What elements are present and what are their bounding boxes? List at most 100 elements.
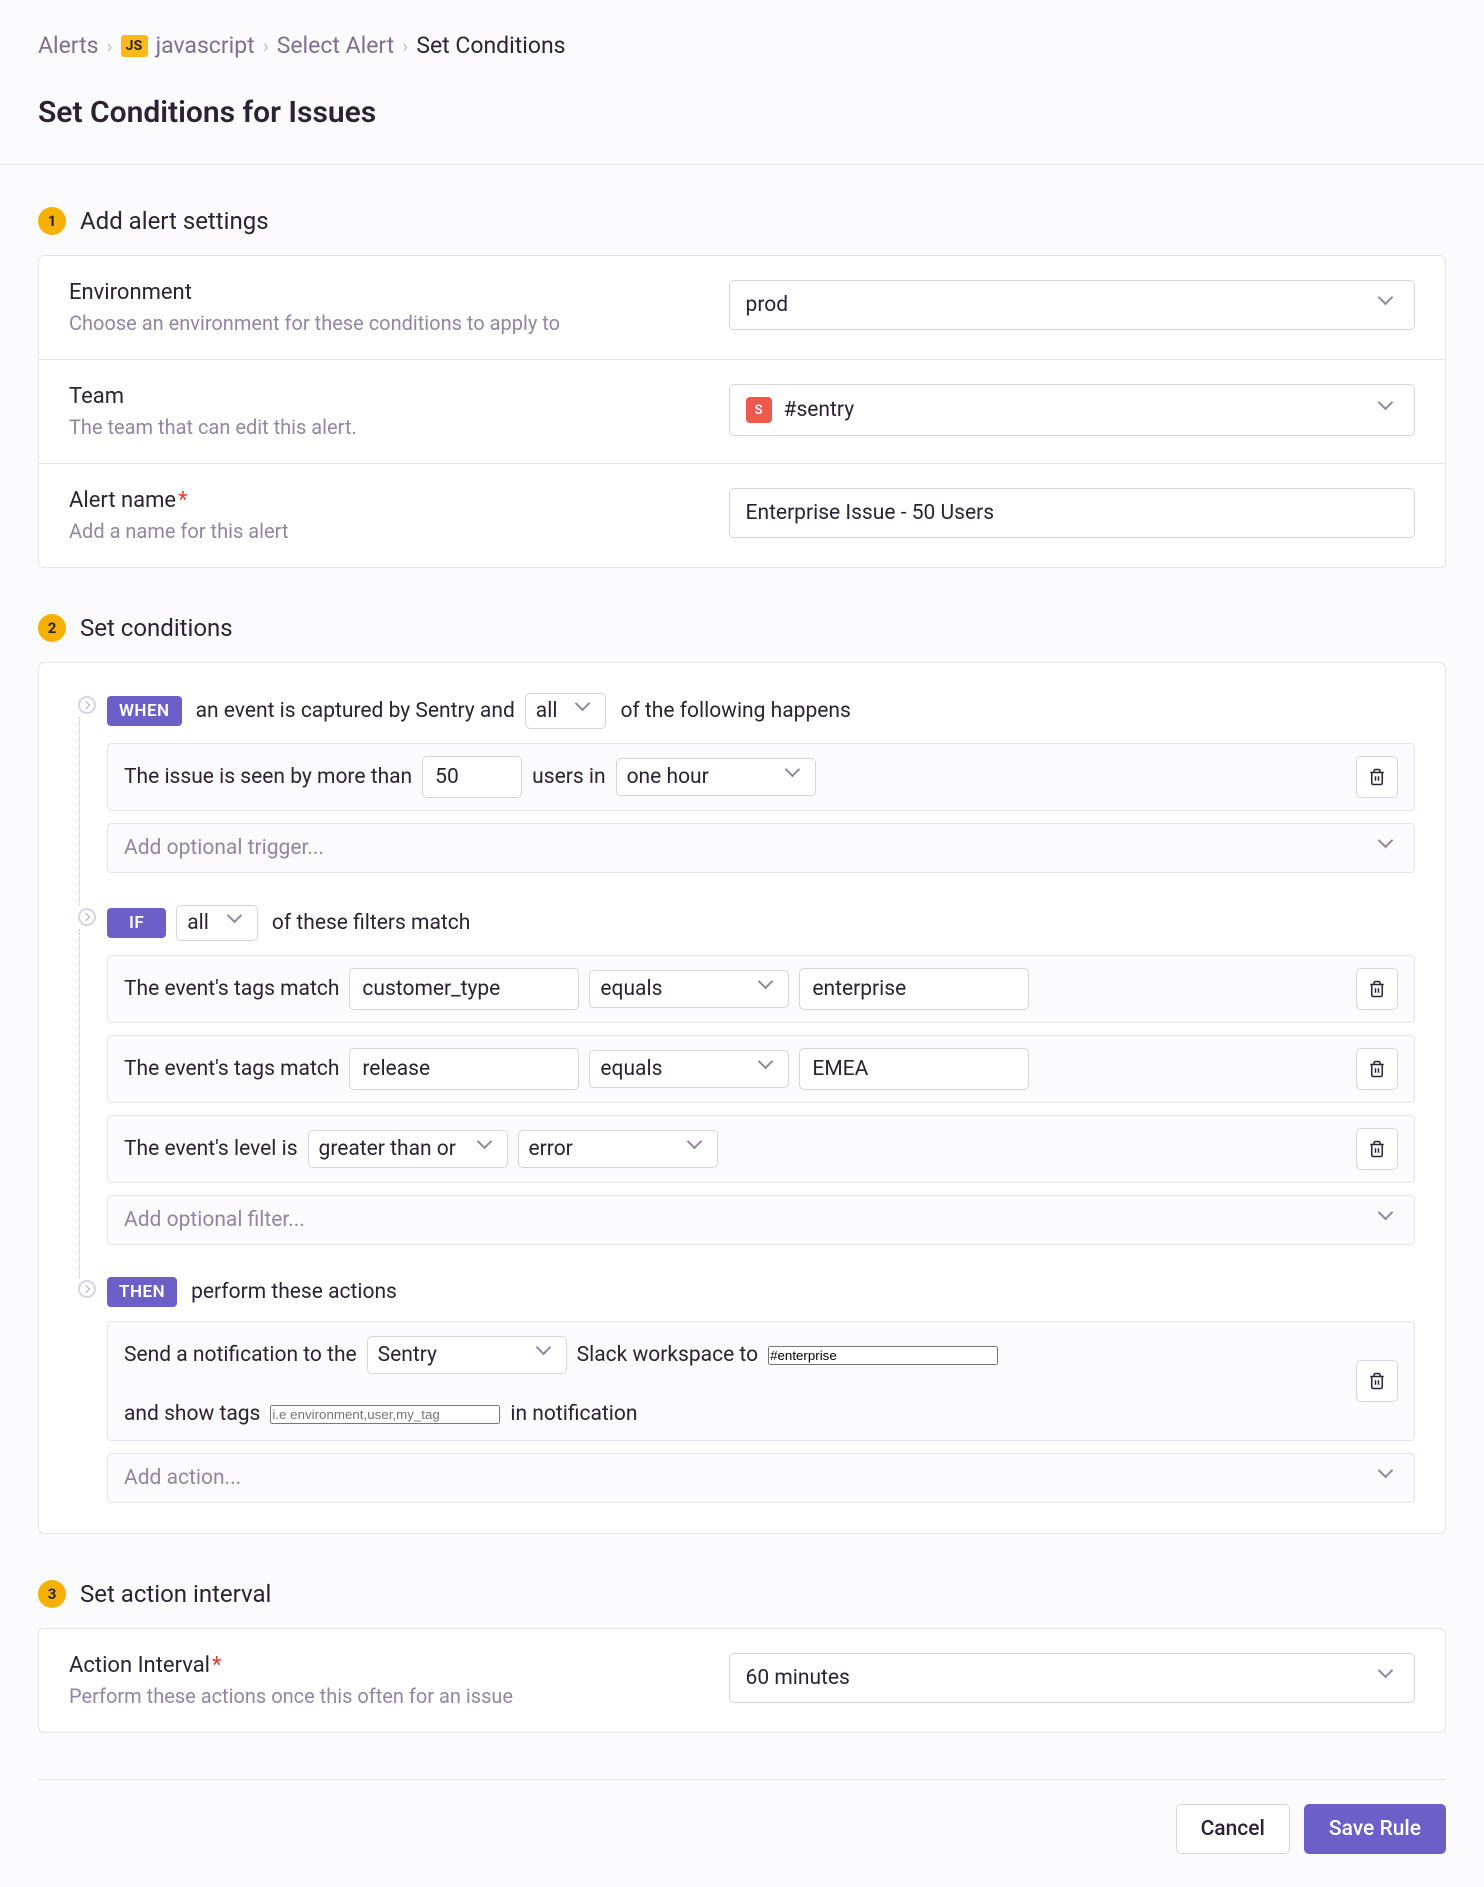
chevron-down-icon (1380, 839, 1398, 857)
footer: Cancel Save Rule (38, 1779, 1446, 1854)
add-trigger-select[interactable]: Add optional trigger... (107, 823, 1415, 873)
delete-then-action-button[interactable] (1356, 1360, 1398, 1402)
if-rule-text: The event's tags match (124, 977, 339, 1001)
chevron-down-icon (760, 980, 778, 998)
if-rule-text: The event's tags match (124, 1057, 339, 1081)
if-level-value-select[interactable]: error (518, 1130, 718, 1168)
save-rule-button[interactable]: Save Rule (1304, 1804, 1446, 1854)
chevron-down-icon (689, 1140, 707, 1158)
if-tag-value-input[interactable] (799, 968, 1029, 1010)
chevron-down-icon (538, 1346, 556, 1364)
trash-icon (1368, 1371, 1386, 1391)
if-rule-row: The event's tags match equals (107, 955, 1415, 1023)
when-text-1: an event is captured by Sentry and (196, 699, 515, 723)
then-action-row: Send a notification to the Sentry Slack … (107, 1321, 1415, 1441)
when-threshold-input[interactable] (422, 756, 522, 798)
breadcrumb-sep: › (107, 34, 113, 58)
when-interval-select[interactable]: one hour (616, 758, 816, 796)
if-tag-key-input[interactable] (349, 1048, 579, 1090)
team-label: Team (69, 384, 729, 409)
if-tag-key-input[interactable] (349, 968, 579, 1010)
if-tag: IF (107, 908, 166, 938)
js-badge: JS (121, 35, 148, 57)
chevron-down-icon (760, 1060, 778, 1078)
interval-select[interactable]: 60 minutes (729, 1653, 1415, 1703)
environment-label: Environment (69, 280, 729, 305)
then-text: perform these actions (191, 1280, 397, 1304)
alert-name-input[interactable] (729, 488, 1415, 538)
trash-icon (1368, 767, 1386, 787)
when-rule-text-1: The issue is seen by more than (124, 765, 412, 789)
chevron-down-icon (229, 914, 247, 932)
section-title-conditions: Set conditions (80, 614, 233, 642)
if-rule-row: The event's tags match equals (107, 1035, 1415, 1103)
when-match-select[interactable]: all (525, 693, 607, 729)
breadcrumb-alerts[interactable]: Alerts (38, 32, 99, 59)
if-level-text: The event's level is (124, 1137, 298, 1161)
breadcrumb-select-alert[interactable]: Select Alert (277, 32, 395, 59)
alert-name-label: Alert name* (69, 488, 729, 513)
chevron-down-icon (787, 768, 805, 786)
breadcrumb: Alerts › JS javascript › Select Alert › … (38, 32, 1446, 59)
chevron-down-icon (577, 702, 595, 720)
if-level-operator-select[interactable]: greater than or equal to (308, 1130, 508, 1168)
then-text-4: in notification (510, 1402, 637, 1426)
delete-if-rule-button[interactable] (1356, 1128, 1398, 1170)
interval-sub: Perform these actions once this often fo… (69, 1684, 729, 1708)
chevron-down-icon (1380, 296, 1398, 314)
delete-when-rule-button[interactable] (1356, 756, 1398, 798)
breadcrumb-current: Set Conditions (416, 32, 565, 59)
environment-select[interactable]: prod (729, 280, 1415, 330)
step-badge-3: 3 (38, 1580, 66, 1608)
chevron-down-icon (1380, 1211, 1398, 1229)
chevron-down-icon (1380, 401, 1398, 419)
then-workspace-select[interactable]: Sentry (367, 1336, 567, 1374)
then-channel-input[interactable] (768, 1346, 998, 1365)
section-title-interval: Set action interval (80, 1580, 271, 1608)
when-rule-row: The issue is seen by more than users in … (107, 743, 1415, 811)
breadcrumb-project[interactable]: javascript (156, 32, 255, 59)
if-tag-value-input[interactable] (799, 1048, 1029, 1090)
then-text-3: and show tags (124, 1402, 260, 1426)
team-avatar: S (746, 397, 772, 423)
step-badge-1: 1 (38, 207, 66, 235)
clause-bullet-icon (78, 908, 96, 926)
if-operator-select[interactable]: equals (589, 1050, 789, 1088)
breadcrumb-sep: › (263, 34, 269, 58)
if-operator-select[interactable]: equals (589, 970, 789, 1008)
when-rule-text-2: users in (532, 765, 605, 789)
then-text-1: Send a notification to the (124, 1343, 357, 1367)
delete-if-rule-button[interactable] (1356, 968, 1398, 1010)
then-tags-input[interactable] (270, 1405, 500, 1424)
trash-icon (1368, 979, 1386, 999)
chevron-down-icon (1380, 1469, 1398, 1487)
page-title: Set Conditions for Issues (38, 95, 1446, 130)
add-filter-select[interactable]: Add optional filter... (107, 1195, 1415, 1245)
trash-icon (1368, 1059, 1386, 1079)
chevron-down-icon (1380, 1669, 1398, 1687)
if-match-select[interactable]: all (176, 905, 258, 941)
clause-bullet-icon (78, 1280, 96, 1298)
alert-settings-panel: Environment Choose an environment for th… (38, 255, 1446, 568)
if-text: of these filters match (272, 911, 470, 935)
clause-bullet-icon (78, 696, 96, 714)
team-sub: The team that can edit this alert. (69, 415, 729, 439)
if-level-rule-row: The event's level is greater than or equ… (107, 1115, 1415, 1183)
cancel-button[interactable]: Cancel (1176, 1804, 1290, 1854)
section-title-settings: Add alert settings (80, 207, 269, 235)
interval-label: Action Interval* (69, 1653, 729, 1678)
chevron-down-icon (479, 1140, 497, 1158)
delete-if-rule-button[interactable] (1356, 1048, 1398, 1090)
add-action-select[interactable]: Add action... (107, 1453, 1415, 1503)
then-tag: THEN (107, 1277, 177, 1307)
step-badge-2: 2 (38, 614, 66, 642)
environment-sub: Choose an environment for these conditio… (69, 311, 729, 335)
team-select[interactable]: S #sentry (729, 384, 1415, 436)
when-tag: WHEN (107, 696, 182, 726)
then-text-2: Slack workspace to (577, 1343, 758, 1367)
conditions-panel: WHEN an event is captured by Sentry and … (38, 662, 1446, 1534)
alert-name-sub: Add a name for this alert (69, 519, 729, 543)
when-text-2: of the following happens (620, 699, 850, 723)
trash-icon (1368, 1139, 1386, 1159)
action-interval-panel: Action Interval* Perform these actions o… (38, 1628, 1446, 1733)
